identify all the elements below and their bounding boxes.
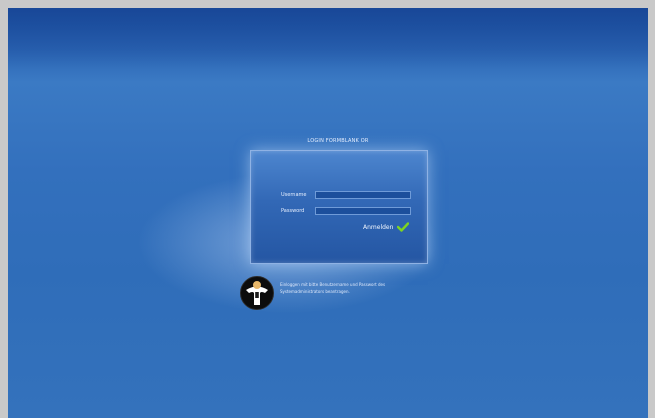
footer-line-1: Einloggen mit bitte Benutzername und Pas…	[280, 282, 386, 287]
penguin-logo-icon	[240, 276, 274, 310]
username-label: Username	[281, 192, 307, 198]
login-button-label: Anmelden	[363, 223, 394, 231]
login-screen: LOGIN FORMBLANK OR Username Password Anm…	[8, 8, 648, 418]
footer-line-2: Systemadministrators beantragen.	[280, 289, 350, 294]
login-title: LOGIN FORMBLANK OR	[307, 138, 369, 144]
top-band	[8, 8, 648, 68]
check-icon[interactable]	[397, 222, 410, 232]
password-input[interactable]	[315, 207, 411, 215]
login-panel: Username Password Anmelden	[250, 150, 428, 264]
username-input[interactable]	[315, 191, 411, 199]
password-label: Password	[281, 208, 305, 214]
password-row: Password	[281, 207, 421, 216]
login-button[interactable]: Anmelden	[363, 221, 410, 233]
username-row: Username	[281, 191, 421, 200]
footer-info: Einloggen mit bitte Benutzername und Pas…	[280, 281, 440, 295]
